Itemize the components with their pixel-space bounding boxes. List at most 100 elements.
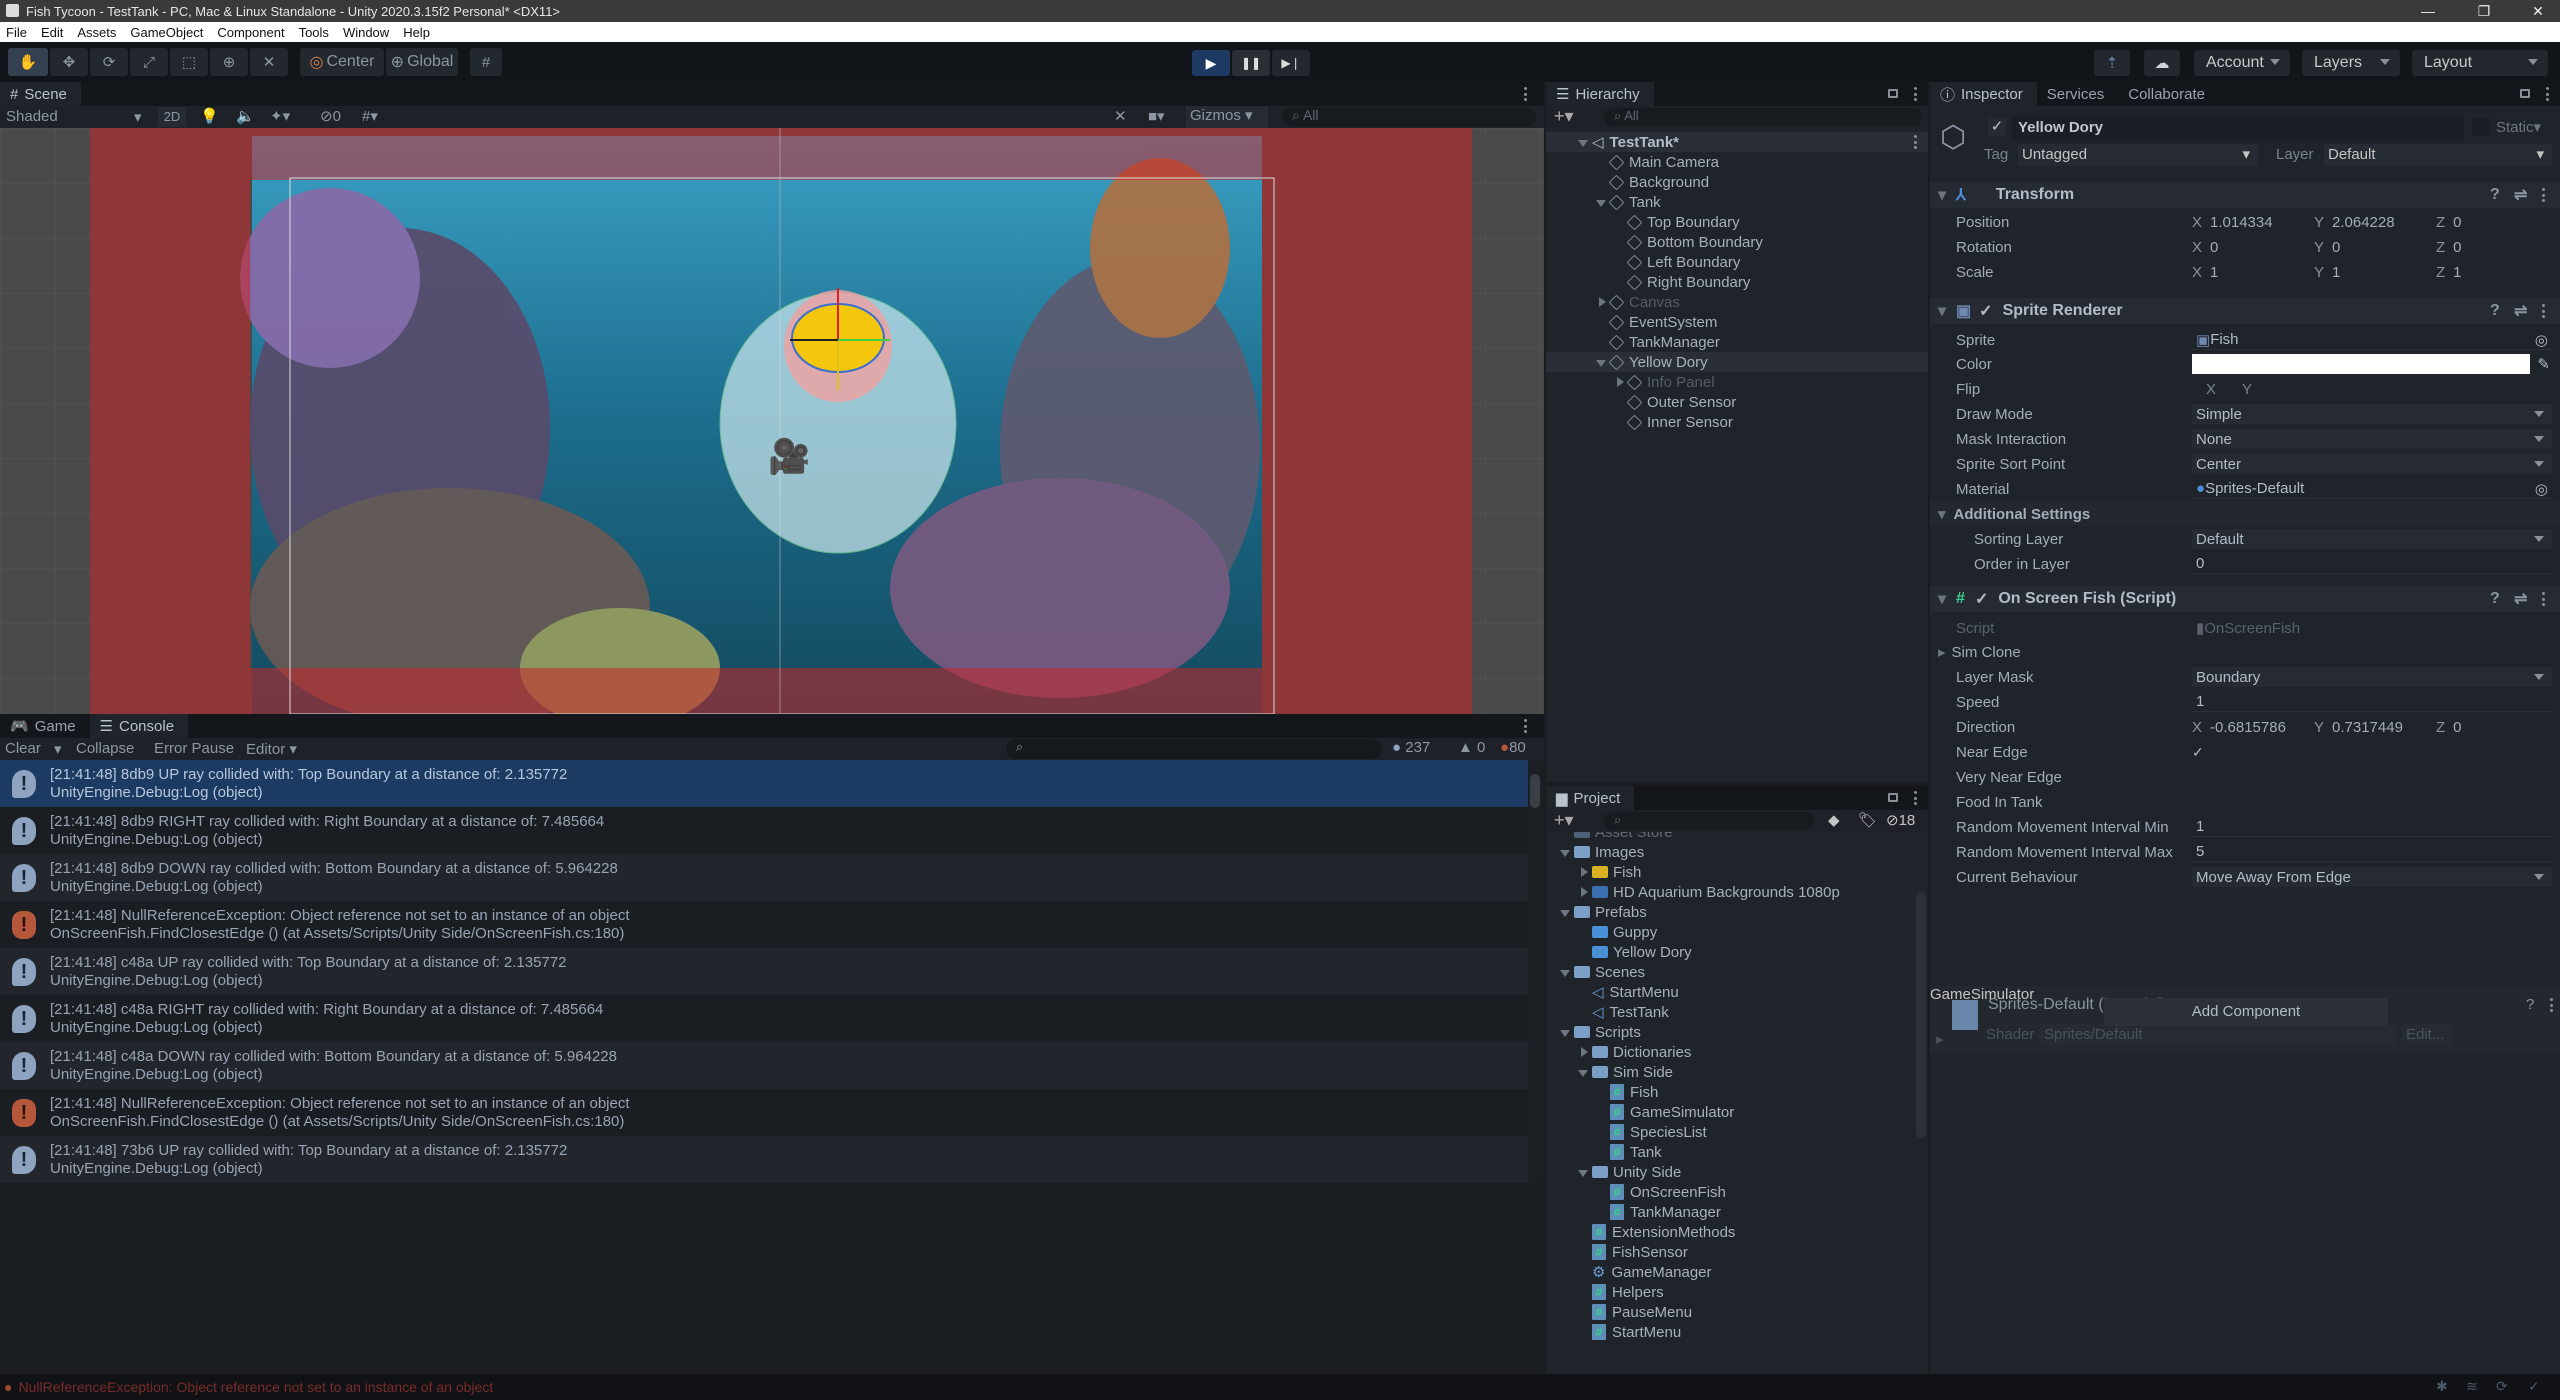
color-swatch[interactable] [2192,354,2530,374]
clear-button[interactable]: Clear [5,740,41,757]
log-count-toggle[interactable]: ● 237 [1392,739,1430,756]
console-search-input[interactable]: ⌕ [1006,739,1382,759]
sim-clone-foldout[interactable]: ▸ Sim Clone [1930,640,2560,664]
console-entry[interactable]: ! [21:41:48] c48a UP ray collided with: T… [0,948,1528,995]
scene-menu-icon[interactable] [1524,87,1528,101]
layout-dropdown[interactable]: Layout [2412,50,2548,76]
scale-y-field[interactable]: Y1 [2314,264,2340,281]
position-x-field[interactable]: X 1.014334 [2192,214,2273,231]
step-button[interactable]: ▶❘ [1272,50,1310,76]
hierarchy-item[interactable]: Canvas [1546,292,1928,312]
static-checkbox[interactable] [2472,118,2490,136]
hierarchy-item[interactable]: Top Boundary [1546,212,1928,232]
account-dropdown[interactable]: Account [2194,50,2290,76]
collapse-arrow-icon[interactable] [1560,969,1570,977]
project-item[interactable]: # GameSimulator [1546,1102,1906,1122]
project-item[interactable]: ◁ StartMenu [1546,982,1906,1002]
eyedropper-icon[interactable]: ✎ [2537,355,2550,373]
component-enabled-checkbox[interactable]: ✓ [1979,301,1992,321]
restore-button[interactable]: ❐ [2462,0,2506,22]
hierarchy-item[interactable]: TankManager [1546,332,1928,352]
hand-tool-button[interactable]: ✋ [8,48,48,76]
active-checkbox[interactable]: ✓ [1988,118,2006,136]
expand-triangle-icon[interactable]: ▸ [1936,1030,1944,1048]
console-entry[interactable]: ! [21:41:48] NullReferenceException: Obje… [0,901,1528,948]
sprite-field[interactable]: ▣ Fish ◎ [2192,330,2552,350]
project-item[interactable]: # Tank [1546,1142,1906,1162]
color-field[interactable]: ✎ [2192,354,2552,374]
collapse-arrow-icon[interactable] [1560,909,1570,917]
tab-hierarchy[interactable]: ☰ Hierarchy [1546,82,1654,106]
project-item[interactable]: # FishSensor [1546,1242,1906,1262]
component-menu-icon[interactable] [2542,304,2546,318]
project-item[interactable]: Scripts [1546,1022,1906,1042]
project-item[interactable]: Scenes [1546,962,1906,982]
tab-services[interactable]: Services [2037,82,2119,106]
cloud-button[interactable]: ☁ [2144,50,2180,76]
lighting-toggle-icon[interactable]: 💡 [200,107,219,125]
additional-settings-foldout[interactable]: ▾ Additional Settings [1930,502,2560,526]
scrollbar-thumb[interactable] [1916,892,1926,1138]
mask-interaction-dropdown[interactable]: None [2192,429,2552,449]
very-near-edge-checkbox[interactable] [2192,770,2206,784]
tab-project[interactable]: ▆ Project [1546,786,1635,810]
console-menu-icon[interactable] [1524,719,1528,733]
menu-window[interactable]: Window [343,25,389,40]
direction-z-field[interactable]: Z0 [2436,719,2462,736]
pivot-global-toggle[interactable]: ⊕ Global [386,48,458,76]
on-screen-fish-component-header[interactable]: ▾ # ✓ On Screen Fish (Script) ? ⇌ [1930,586,2560,612]
collapse-arrow-icon[interactable] [1596,359,1606,367]
editor-dropdown[interactable]: Editor ▾ [246,740,297,758]
hierarchy-item[interactable]: Background [1546,172,1928,192]
static-dropdown[interactable]: Static▾ [2496,118,2541,136]
help-icon[interactable]: ? [2490,590,2500,608]
direction-x-field[interactable]: X -0.6815786 [2192,719,2286,736]
project-item[interactable]: # Helpers [1546,1282,1906,1302]
audio-toggle-icon[interactable]: 🔈 [236,107,255,125]
direction-y-field[interactable]: Y 0.7317449 [2314,719,2403,736]
project-item[interactable]: ⚙ GameManager [1546,1262,1906,1282]
object-picker-icon[interactable]: ◎ [2535,331,2548,349]
menu-component[interactable]: Component [217,25,284,40]
hierarchy-item[interactable]: Bottom Boundary [1546,232,1928,252]
status-message[interactable]: NullReferenceException: Object reference… [18,1379,493,1395]
gizmos-dropdown[interactable]: Gizmos ▾ [1186,106,1268,128]
collapse-arrow-icon[interactable] [1578,1069,1588,1077]
random-max-field[interactable]: 5 [2192,842,2552,862]
sprite-sort-point-dropdown[interactable]: Center [2192,454,2552,474]
tools-icon[interactable]: ✕ [1114,107,1127,125]
menu-help[interactable]: Help [403,25,430,40]
project-item[interactable]: Prefabs [1546,902,1906,922]
hierarchy-item[interactable]: EventSystem [1546,312,1928,332]
scrollbar-thumb[interactable] [1530,774,1540,808]
search-by-type-icon[interactable]: ◆ [1828,811,1840,829]
hierarchy-item[interactable]: Right Boundary [1546,272,1928,292]
hierarchy-scene-root[interactable]: ◁ TestTank* [1546,132,1928,152]
create-dropdown[interactable]: +▾ [1554,106,1574,127]
2d-toggle[interactable]: 2D [158,107,186,127]
project-item[interactable]: Dictionaries [1546,1042,1906,1062]
hierarchy-item[interactable]: Left Boundary [1546,252,1928,272]
presets-icon[interactable]: ⇌ [2514,185,2527,205]
transform-tool-button[interactable]: ⊕ [210,48,248,76]
collab-button[interactable]: ⇡ [2094,50,2130,76]
food-in-tank-checkbox[interactable] [2192,795,2206,809]
console-entry[interactable]: ! [21:41:48] 8db9 RIGHT ray collided with… [0,807,1528,854]
rect-tool-button[interactable]: ⬚ [170,48,208,76]
project-item[interactable]: # StartMenu [1546,1322,1906,1342]
menu-assets[interactable]: Assets [77,25,116,40]
sorting-layer-dropdown[interactable]: Default [2192,529,2552,549]
position-y-field[interactable]: Y 2.064228 [2314,214,2395,231]
project-item[interactable]: # OnScreenFish [1546,1182,1906,1202]
tab-console[interactable]: ☰ Console [89,714,189,738]
expand-arrow-icon[interactable] [1617,376,1624,387]
project-item[interactable]: Images [1546,842,1906,862]
add-component-button[interactable]: Add Component [2104,998,2388,1026]
error-count-toggle[interactable]: ●80 [1500,739,1526,756]
hidden-objects-icon[interactable]: ⊘0 [320,107,341,125]
console-entry[interactable]: ! [21:41:48] c48a RIGHT ray collided with… [0,995,1528,1042]
console-entry[interactable]: ! [21:41:48] NullReferenceException: Obje… [0,1089,1528,1136]
current-behaviour-dropdown[interactable]: Move Away From Edge [2192,867,2552,887]
layer-mask-dropdown[interactable]: Boundary [2192,667,2552,687]
project-item[interactable]: # PauseMenu [1546,1302,1906,1322]
